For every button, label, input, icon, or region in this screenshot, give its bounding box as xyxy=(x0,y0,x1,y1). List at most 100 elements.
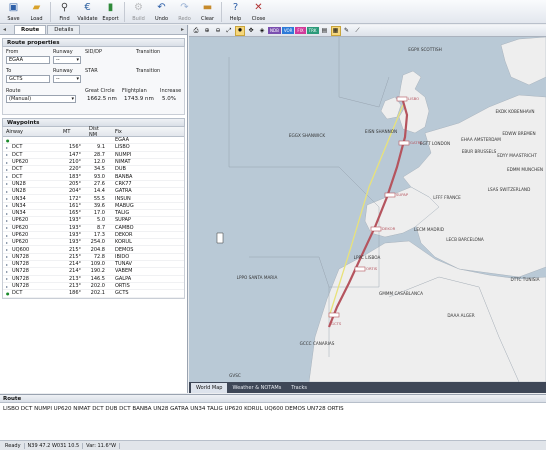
route-fix-marker[interactable] xyxy=(354,266,366,272)
airway-cell: ▸ UP620 xyxy=(3,217,57,223)
grid-icon[interactable]: ▦ xyxy=(330,25,341,36)
build-button[interactable]: ⚙ Build xyxy=(127,0,150,24)
airway-cell: ▸ UN728 xyxy=(3,261,57,267)
print-icon[interactable]: ⎙ xyxy=(191,26,201,36)
airway-cell: ▸ UQ600 xyxy=(3,247,57,253)
from-airport-field[interactable]: EGAA xyxy=(6,56,50,64)
ruler-icon[interactable]: ⟋ xyxy=(353,26,363,36)
route-fix-marker[interactable] xyxy=(396,96,408,102)
search-icon: ⚲ xyxy=(60,2,69,13)
filter-tags: NDB VOR FIX TRK xyxy=(268,27,320,34)
help-button[interactable]: ? Help xyxy=(224,0,247,24)
star-label: STAR xyxy=(85,68,98,74)
table-row[interactable]: ▸ UN728 215° 72.8 IBIDO xyxy=(3,253,184,262)
from-transition-label: Transition xyxy=(136,49,161,55)
sun-icon[interactable]: ✹ xyxy=(235,25,245,36)
filter-tag-fix[interactable]: FIX xyxy=(295,27,306,34)
route-fix-marker[interactable] xyxy=(370,226,382,232)
clear-button[interactable]: ▬ Clear xyxy=(196,0,219,24)
fix-cell: IBIDO xyxy=(115,253,130,260)
table-row[interactable]: ▸ UN728 213° 146.5 GALPA xyxy=(3,276,184,283)
filter-tag-ndb[interactable]: NDB xyxy=(268,27,281,34)
validate-button[interactable]: € Validate xyxy=(76,0,99,24)
col-dist[interactable]: Dist NM xyxy=(83,126,107,138)
fix-cell: KORUL xyxy=(115,239,132,246)
route-properties-header[interactable]: Route properties xyxy=(2,38,185,47)
to-transition-label: Transition xyxy=(136,68,161,74)
table-row[interactable]: ▸ DCT 156° 9.1 LISBO xyxy=(3,144,184,152)
undo-button[interactable]: ↶ Undo xyxy=(150,0,173,24)
dist-cell: 27.6 xyxy=(93,180,105,187)
table-row[interactable]: ▸ UP620 193° 8.7 CAMBO xyxy=(3,225,184,232)
route-string[interactable]: LISBO DCT NUMPI UP620 NIMAT DCT DUB DCT … xyxy=(0,403,546,415)
close-button[interactable]: ✕ Close xyxy=(247,0,270,24)
row-expand-icon: ▸ xyxy=(6,268,9,274)
dist-cell: 12.0 xyxy=(93,159,105,166)
fix-cell: NUMPI xyxy=(115,151,132,158)
filter-tag-vor[interactable]: VOR xyxy=(281,27,295,34)
to-label: To xyxy=(6,68,12,74)
mt-cell: 193° xyxy=(68,217,81,224)
tab-details[interactable]: Details xyxy=(47,25,81,34)
table-row[interactable]: ▸ UN28 204° 14.4 GATRA xyxy=(3,188,184,196)
table-row[interactable]: ▸ UP620 193° 17.3 DEKOR xyxy=(3,232,184,240)
dist-cell: 28.7 xyxy=(93,151,105,158)
zoom-in-icon[interactable]: ⊕ xyxy=(202,26,212,36)
table-row[interactable]: ▸ DCT 147° 28.7 NUMPI xyxy=(3,152,184,159)
to-runway-select[interactable]: -- xyxy=(53,75,81,83)
to-airport-field[interactable]: GCTS xyxy=(6,75,50,83)
world-map[interactable]: LISBO GATRA SUPAP DEKOR ORTIS GCTS EGPX … xyxy=(189,37,546,382)
table-row[interactable]: ▸ UN728 214° 190.2 VABEM xyxy=(3,268,184,276)
table-row[interactable]: ▸ UP620 193° 254.0 KORUL xyxy=(3,239,184,247)
route-fix-marker[interactable] xyxy=(398,140,410,146)
tab-route[interactable]: Route xyxy=(14,25,47,34)
from-runway-select[interactable]: -- xyxy=(53,56,81,64)
move-icon[interactable]: ✥ xyxy=(246,26,256,36)
layers-icon[interactable]: ▤ xyxy=(320,26,330,36)
table-row[interactable]: ▸ UP620 210° 12.0 NIMAT xyxy=(3,159,184,167)
table-row[interactable]: ▸ UN34 172° 55.5 INSUN xyxy=(3,195,184,203)
navaid-icon[interactable]: ◈ xyxy=(257,26,267,36)
col-mt[interactable]: MT xyxy=(57,129,83,135)
route-select[interactable]: (Manual) xyxy=(6,95,76,103)
tab-scroll-left-icon[interactable]: ◂ xyxy=(3,26,6,33)
col-airway[interactable]: Airway xyxy=(3,129,57,135)
fir-label: EDMM MUNCHEN xyxy=(507,167,543,172)
table-row[interactable]: ▸ UN28 205° 27.6 CRK77 xyxy=(3,180,184,189)
table-row[interactable]: ● DCT 186° 202.1 GCTS xyxy=(3,290,184,298)
route-fix-marker[interactable] xyxy=(328,312,340,318)
zoom-fit-icon[interactable]: ⤢ xyxy=(224,26,234,36)
table-row[interactable]: ▸ UP620 193° 5.0 SUPAP xyxy=(3,217,184,225)
tab-weather-notams[interactable]: Weather & NOTAMs xyxy=(227,383,286,393)
table-row[interactable]: ▸ UQ600 215° 204.8 DEMOS xyxy=(3,246,184,254)
table-row[interactable]: ● EGAA xyxy=(3,137,184,145)
fir-label: GCCC CANARIAS xyxy=(300,341,335,346)
row-expand-icon: ▸ xyxy=(6,261,9,267)
toolbar-button-label: Help xyxy=(229,16,242,22)
load-button[interactable]: ▰ Load xyxy=(25,0,48,24)
table-row[interactable]: ▸ DCT 183° 93.0 BANBA xyxy=(3,173,184,181)
pen-icon[interactable]: ✎ xyxy=(342,26,352,36)
route-properties-panel: From Runway SID/DP Transition EGAA -- To… xyxy=(2,47,185,115)
map-area: ⎙ ⊕ ⊖ ⤢ ✹ ✥ ◈ NDB VOR FIX TRK ▤ ▦ ✎ ⟋ LI… xyxy=(189,25,546,393)
table-row[interactable]: ▸ DCT 220° 34.5 DUB xyxy=(3,166,184,174)
row-expand-icon: ▸ xyxy=(6,232,9,238)
export-button[interactable]: ▮ Export xyxy=(99,0,122,24)
filter-tag-trk[interactable]: TRK xyxy=(306,27,319,34)
tab-scroll-right-icon[interactable]: ▸ xyxy=(181,26,184,33)
row-expand-icon: ▸ xyxy=(6,254,9,260)
tab-tracks[interactable]: Tracks xyxy=(286,383,312,393)
table-row[interactable]: ▸ UN34 161° 39.6 MABUG xyxy=(3,203,184,210)
table-row[interactable]: ▸ UN728 214° 109.0 TUNAV xyxy=(3,261,184,269)
save-button[interactable]: ▣ Save xyxy=(2,0,25,24)
map-canvas[interactable]: LISBO GATRA SUPAP DEKOR ORTIS GCTS EGPX … xyxy=(189,37,546,382)
col-fix[interactable]: Fix xyxy=(107,129,184,135)
find-button[interactable]: ⚲ Find xyxy=(53,0,76,24)
zoom-out-icon[interactable]: ⊖ xyxy=(213,26,223,36)
tab-world-map[interactable]: World Map xyxy=(191,383,228,393)
route-fix-marker[interactable] xyxy=(384,192,396,198)
table-row[interactable]: ▸ UN34 165° 17.0 TALIG xyxy=(3,210,184,218)
table-row[interactable]: ▸ UN728 213° 202.0 ORTIS xyxy=(3,283,184,291)
row-expand-icon: ▸ xyxy=(6,144,9,150)
redo-button[interactable]: ↷ Redo xyxy=(173,0,196,24)
